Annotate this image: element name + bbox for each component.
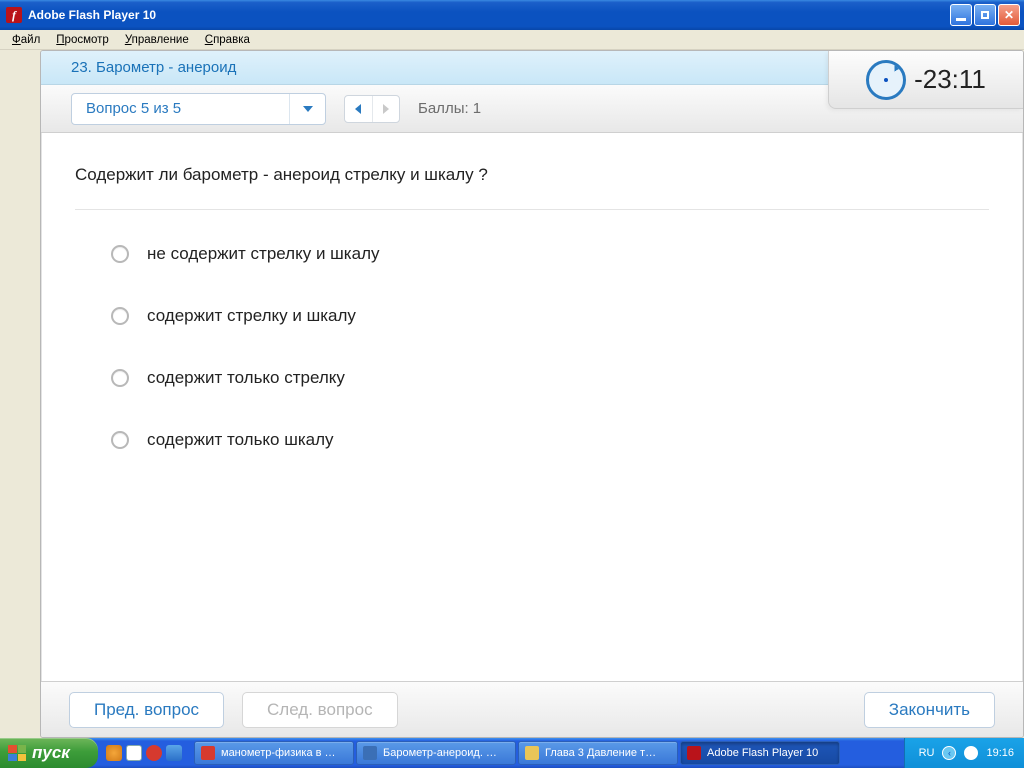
prev-question-arrow[interactable] [345, 96, 372, 122]
task-label: манометр-физика в … [221, 747, 336, 759]
answer-text: не содержит стрелку и шкалу [147, 244, 380, 264]
menu-view[interactable]: Просмотр [48, 32, 117, 48]
question-text: Содержит ли барометр - анероид стрелку и… [75, 165, 989, 185]
timer-value: -23:11 [914, 64, 986, 95]
window-titlebar: f Adobe Flash Player 10 ✕ [0, 0, 1024, 30]
menu-bar: Файл Просмотр Управление Справка [0, 30, 1024, 50]
task-label: Глава 3 Давление т… [545, 747, 656, 759]
taskbar-item[interactable]: Барометр-анероид. … [356, 741, 516, 765]
points-label: Баллы: 1 [418, 100, 481, 117]
dropdown-arrow-icon [289, 94, 325, 124]
ql-ie-icon[interactable] [166, 745, 182, 761]
system-tray: RU ‹ 19:16 [904, 738, 1024, 768]
answer-text: содержит только стрелку [147, 368, 345, 388]
windows-logo-icon [8, 745, 26, 761]
ql-opera-icon[interactable] [146, 745, 162, 761]
window-close-button[interactable]: ✕ [998, 4, 1020, 26]
answer-option-2[interactable]: содержит стрелку и шкалу [111, 306, 989, 326]
task-icon [363, 746, 377, 760]
task-icon [525, 746, 539, 760]
question-selector-dropdown[interactable]: Вопрос 5 из 5 [71, 93, 326, 125]
taskbar-item[interactable]: Глава 3 Давление т… [518, 741, 678, 765]
taskbar-items: манометр-физика в … Барометр-анероид. … … [190, 738, 904, 768]
radio-icon [111, 307, 129, 325]
finish-button[interactable]: Закончить [864, 692, 995, 728]
divider [75, 209, 989, 210]
answer-option-3[interactable]: содержит только стрелку [111, 368, 989, 388]
quiz-body: Содержит ли барометр - анероид стрелку и… [41, 133, 1023, 450]
menu-file[interactable]: Файл [4, 32, 48, 48]
quick-launch [98, 738, 190, 768]
radio-icon [111, 431, 129, 449]
answer-text: содержит только шкалу [147, 430, 334, 450]
quiz-panel: 23. Барометр - анероид Вопрос 5 из 5 Бал… [40, 50, 1024, 738]
radio-icon [111, 369, 129, 387]
next-question-button: След. вопрос [242, 692, 398, 728]
question-nav [344, 95, 400, 123]
ql-app-icon[interactable] [126, 745, 142, 761]
language-indicator[interactable]: RU [919, 747, 935, 759]
answer-option-4[interactable]: содержит только шкалу [111, 430, 989, 450]
ql-chrome-icon[interactable] [106, 745, 122, 761]
prev-question-button[interactable]: Пред. вопрос [69, 692, 224, 728]
tray-status-icon[interactable] [964, 746, 978, 760]
start-button[interactable]: пуск [0, 738, 98, 768]
task-icon [687, 746, 701, 760]
tray-clock[interactable]: 19:16 [986, 747, 1014, 759]
answer-list: не содержит стрелку и шкалу содержит стр… [75, 244, 989, 450]
start-label: пуск [32, 743, 70, 763]
task-label: Adobe Flash Player 10 [707, 747, 818, 759]
taskbar: пуск манометр-физика в … Барометр-анерои… [0, 738, 1024, 768]
window-maximize-button[interactable] [974, 4, 996, 26]
taskbar-item-active[interactable]: Adobe Flash Player 10 [680, 741, 840, 765]
answer-option-1[interactable]: не содержит стрелку и шкалу [111, 244, 989, 264]
next-question-arrow[interactable] [372, 96, 400, 122]
menu-help[interactable]: Справка [197, 32, 258, 48]
taskbar-item[interactable]: манометр-физика в … [194, 741, 354, 765]
question-selector-label: Вопрос 5 из 5 [86, 100, 181, 117]
task-icon [201, 746, 215, 760]
answer-text: содержит стрелку и шкалу [147, 306, 356, 326]
timer-clock-icon [866, 60, 906, 100]
quiz-footer: Пред. вопрос След. вопрос Закончить [41, 681, 1023, 737]
quiz-title: 23. Барометр - анероид [71, 59, 236, 76]
window-title: Adobe Flash Player 10 [28, 8, 156, 22]
flash-app-icon: f [6, 7, 22, 23]
radio-icon [111, 245, 129, 263]
menu-control[interactable]: Управление [117, 32, 197, 48]
task-label: Барометр-анероид. … [383, 747, 497, 759]
timer: -23:11 [828, 51, 1023, 109]
window-minimize-button[interactable] [950, 4, 972, 26]
tray-back-icon[interactable]: ‹ [942, 746, 956, 760]
